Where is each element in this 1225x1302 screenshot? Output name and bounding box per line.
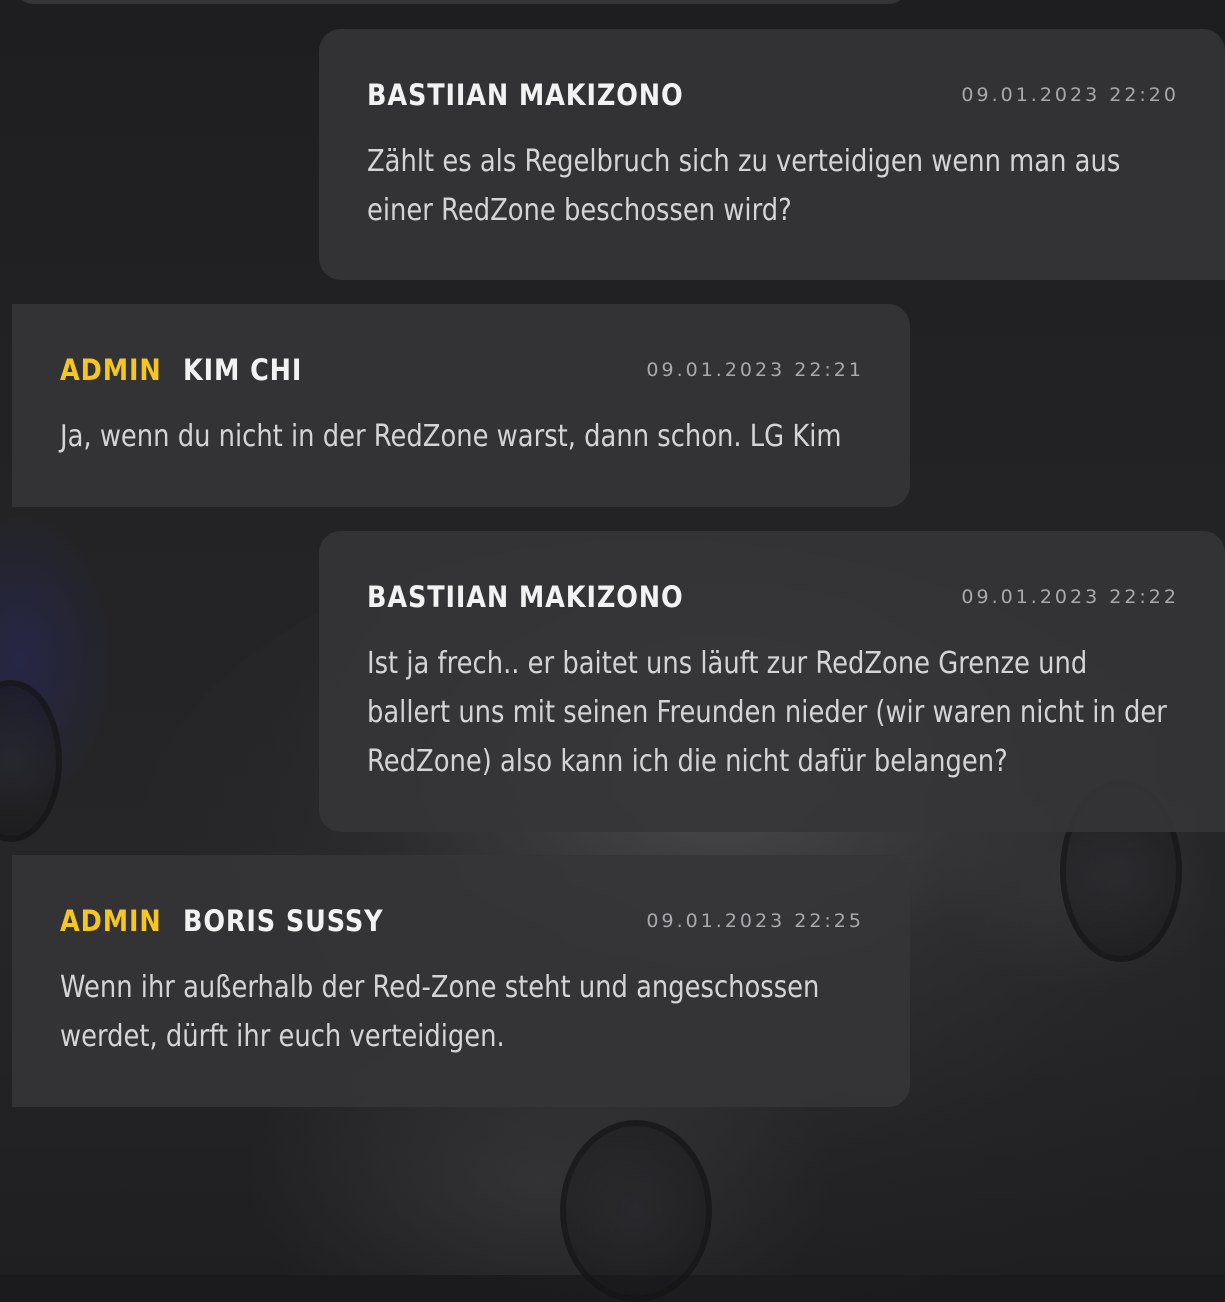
message-header: ADMIN KIM CHI 09.01.2023 22:21 [60,348,862,392]
message-author: BASTIIAN MAKIZONO [367,78,684,112]
message-author: KIM CHI [183,353,303,387]
admin-role-badge: ADMIN [60,904,162,938]
message-header: ADMIN BORIS SUSSY 09.01.2023 22:25 [60,899,862,943]
message-text: Ist ja frech.. er baitet uns läuft zur R… [367,646,1167,779]
message-timestamp: 09.01.2023 22:25 [646,910,864,932]
message-author-group: ADMIN KIM CHI [60,353,319,387]
message-header: BASTIIAN MAKIZONO 09.01.2023 22:20 [367,73,1177,117]
message-author-group: BASTIIAN MAKIZONO [367,78,727,112]
chat-message: ADMIN BORIS SUSSY 09.01.2023 22:25 Wenn … [12,855,910,1107]
message-timestamp: 09.01.2023 22:20 [961,84,1179,106]
message-header: BASTIIAN MAKIZONO 09.01.2023 22:22 [367,575,1177,619]
message-author: BASTIIAN MAKIZONO [367,580,684,614]
chat-message: BASTIIAN MAKIZONO 09.01.2023 22:20 Zählt… [319,29,1225,280]
message-text: Wenn ihr außerhalb der Red-Zone steht un… [60,970,820,1054]
message-author: BORIS SUSSY [183,904,384,938]
previous-message-bubble [12,0,910,4]
message-author-group: ADMIN BORIS SUSSY [60,904,411,938]
message-text: Zählt es als Regelbruch sich zu verteidi… [367,144,1121,228]
chat-message: BASTIIAN MAKIZONO 09.01.2023 22:22 Ist j… [319,531,1225,832]
chat-message: ADMIN KIM CHI 09.01.2023 22:21 Ja, wenn … [12,304,910,507]
message-timestamp: 09.01.2023 22:22 [961,586,1179,608]
message-author-group: BASTIIAN MAKIZONO [367,580,727,614]
message-text: Ja, wenn du nicht in der RedZone warst, … [60,419,842,454]
admin-role-badge: ADMIN [60,353,162,387]
message-timestamp: 09.01.2023 22:21 [646,359,864,381]
